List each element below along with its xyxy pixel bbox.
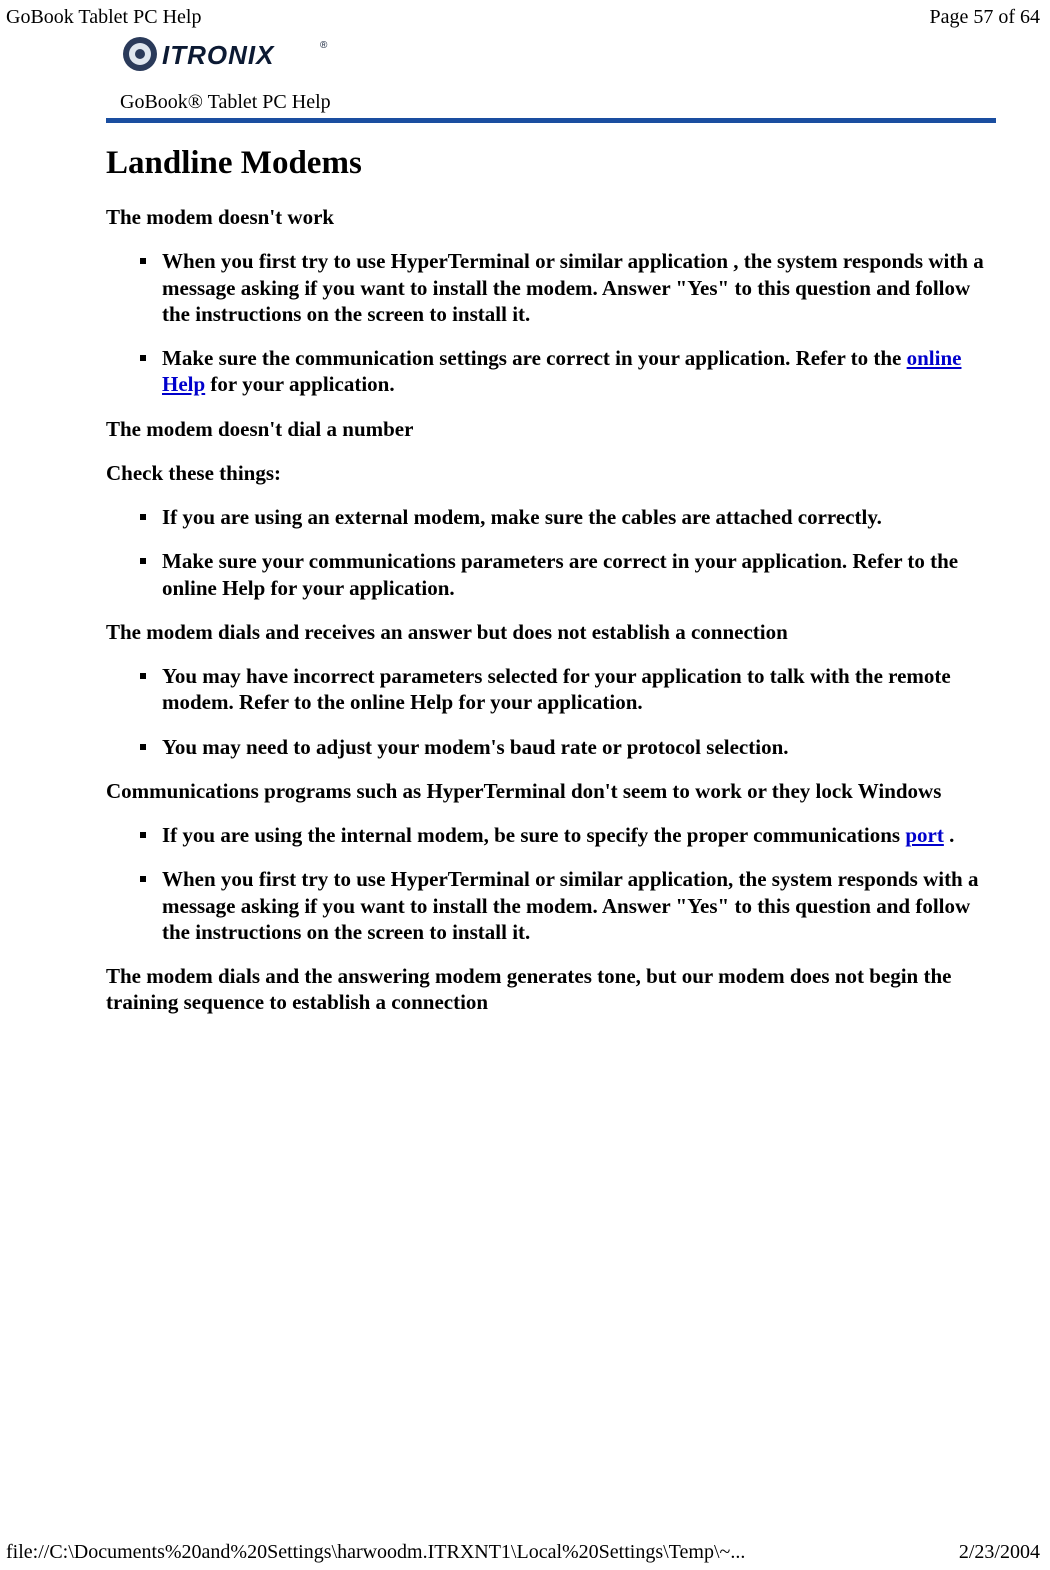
logo-svg: ITRONIX ® (120, 32, 338, 76)
list-item: Make sure your communications parameters… (106, 548, 996, 601)
section-heading: Communications programs such as HyperTer… (106, 778, 996, 804)
list-item-text-post: . (944, 823, 955, 847)
list-item-text: When you first try to use HyperTerminal … (162, 867, 979, 944)
list-item-text-pre: Make sure the communication settings are… (162, 346, 907, 370)
brand-product-line: GoBook® Tablet PC Help (120, 91, 996, 114)
section-heading: The modem doesn't dial a number (106, 416, 996, 442)
brand-header: ITRONIX ® GoBook® Tablet PC Help (106, 32, 996, 123)
document-body: ITRONIX ® GoBook® Tablet PC Help Landlin… (106, 32, 996, 1034)
list-item: Make sure the communication settings are… (106, 345, 996, 398)
list-item-text: You may have incorrect parameters select… (162, 664, 951, 714)
section-heading: The modem dials and the answering modem … (106, 963, 996, 1016)
list-item-text: Make sure your communications parameters… (162, 549, 958, 599)
list-item: If you are using an external modem, make… (106, 504, 996, 530)
svg-text:®: ® (320, 40, 328, 51)
section-heading: The modem dials and receives an answer b… (106, 619, 996, 645)
list-item: When you first try to use HyperTerminal … (106, 248, 996, 327)
page-footer-path: file://C:\Documents%20and%20Settings\har… (6, 1541, 745, 1564)
svg-text:ITRONIX: ITRONIX (162, 40, 275, 70)
page-title: Landline Modems (106, 145, 996, 182)
list-item-text: You may need to adjust your modem's baud… (162, 735, 789, 759)
page-header-title: GoBook Tablet PC Help (6, 6, 201, 29)
list-item: You may need to adjust your modem's baud… (106, 734, 996, 760)
list-item: If you are using the internal modem, be … (106, 822, 996, 848)
list-item-text: When you first try to use HyperTerminal … (162, 249, 984, 326)
list-item-text: If you are using an external modem, make… (162, 505, 882, 529)
list-item-text-pre: If you are using the internal modem, be … (162, 823, 905, 847)
list-item: When you first try to use HyperTerminal … (106, 866, 996, 945)
bullet-list: You may have incorrect parameters select… (106, 663, 996, 760)
bullet-list: If you are using an external modem, make… (106, 504, 996, 601)
bullet-list: When you first try to use HyperTerminal … (106, 248, 996, 397)
port-link[interactable]: port (905, 823, 944, 847)
section-heading: Check these things: (106, 460, 996, 486)
itronix-logo: ITRONIX ® (120, 32, 996, 81)
list-item-text-post: for your application. (205, 372, 394, 396)
page-header-pagenum: Page 57 of 64 (929, 6, 1040, 29)
brand-divider (106, 118, 996, 123)
bullet-list: If you are using the internal modem, be … (106, 822, 996, 945)
page-footer-date: 2/23/2004 (959, 1541, 1040, 1564)
list-item: You may have incorrect parameters select… (106, 663, 996, 716)
section-heading: The modem doesn't work (106, 204, 996, 230)
